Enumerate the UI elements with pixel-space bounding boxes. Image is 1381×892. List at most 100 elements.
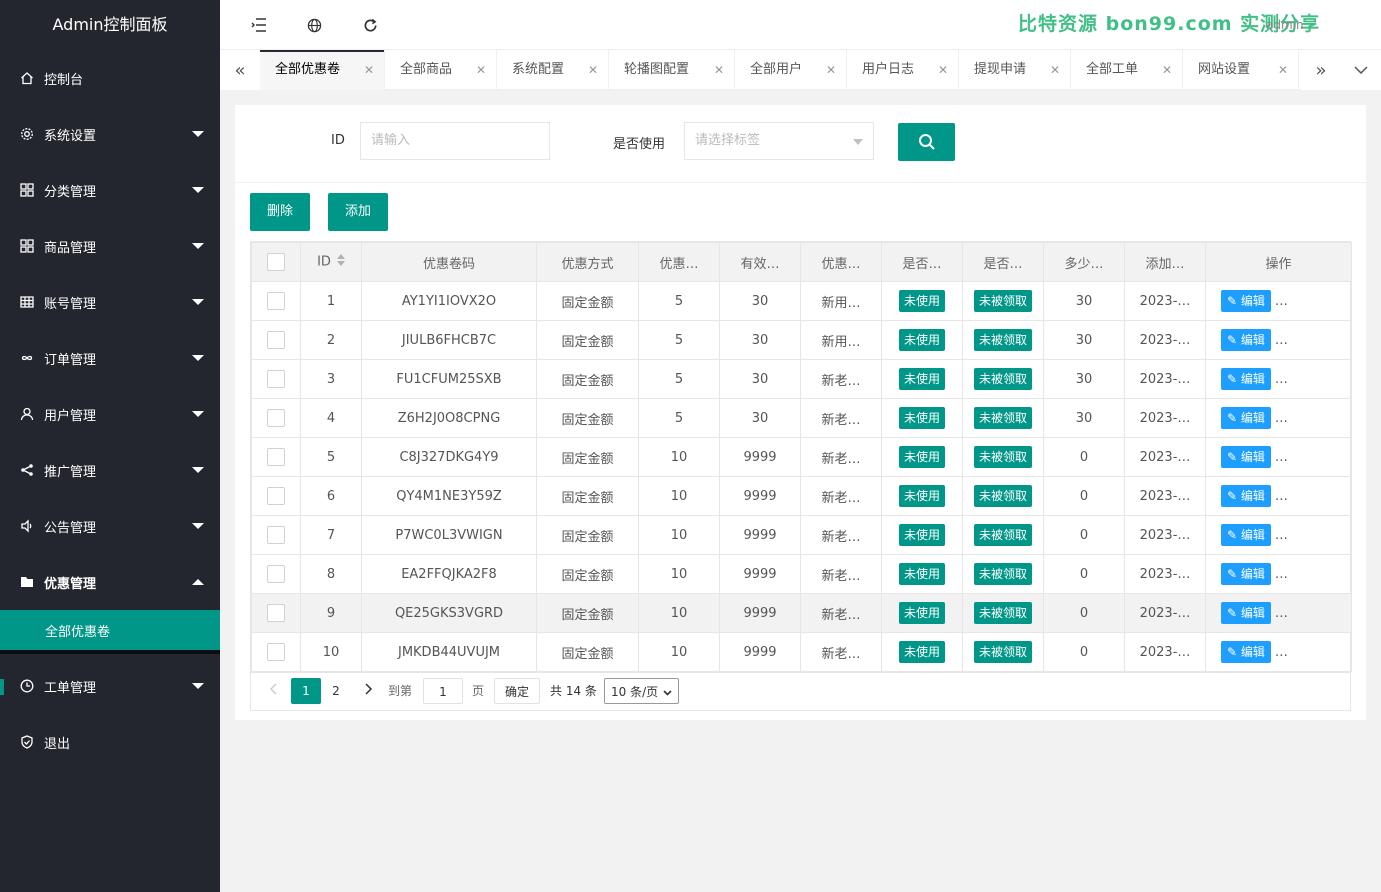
tab[interactable]: 网站设置 ✕ xyxy=(1183,50,1299,90)
next-page-icon[interactable] xyxy=(361,678,377,704)
row-select-cell[interactable] xyxy=(251,437,301,477)
edit-button[interactable]: ✎ 编辑 xyxy=(1221,368,1271,390)
tab[interactable]: 全部商品 ✕ xyxy=(385,50,497,90)
row-select-cell[interactable] xyxy=(251,554,301,594)
tabs-menu-chevron-down-icon[interactable] xyxy=(1341,50,1381,90)
cell-id: 10 xyxy=(300,632,362,672)
table-row[interactable]: 9 QE25GKS3VGRD 固定金额 10 9999 新老… 未使用 未被领取 0 2023-…… xyxy=(251,593,1352,633)
goto-page-input[interactable]: 1 xyxy=(423,678,463,704)
table-row[interactable]: 8 EA2FFQJKA2F8 固定金额 10 9999 新老… 未使用 未被领取 0 2023-…… xyxy=(251,554,1352,594)
sidebar-item[interactable]: 订单管理 xyxy=(0,330,220,386)
tab[interactable]: 全部用户 ✕ xyxy=(735,50,847,90)
sidebar-item[interactable]: 用户管理 xyxy=(0,386,220,442)
table-row[interactable]: 6 QY4M1NE3Y59Z 固定金额 10 9999 新老… 未使用 未被领取 0 2023-…… xyxy=(251,476,1352,516)
menu-toggle-icon[interactable] xyxy=(250,16,268,34)
close-icon[interactable]: ✕ xyxy=(938,50,948,90)
row-select-cell[interactable] xyxy=(251,593,301,633)
row-checkbox[interactable] xyxy=(267,370,285,388)
edit-button[interactable]: ✎ 编辑 xyxy=(1221,446,1271,468)
edit-button[interactable]: ✎ 编辑 xyxy=(1221,407,1271,429)
edit-button[interactable]: ✎ 编辑 xyxy=(1221,485,1271,507)
row-select-cell[interactable] xyxy=(251,398,301,438)
search-button[interactable] xyxy=(898,123,955,161)
row-checkbox[interactable] xyxy=(267,331,285,349)
sidebar-item[interactable]: 公告管理 xyxy=(0,498,220,554)
close-icon[interactable]: ✕ xyxy=(476,50,486,90)
tabs-scroll-right-icon[interactable]: » xyxy=(1301,50,1341,90)
delete-button[interactable]: 删除 xyxy=(250,193,311,231)
close-icon[interactable]: ✕ xyxy=(714,50,724,90)
id-input[interactable]: 请输入 xyxy=(360,122,550,160)
close-icon[interactable]: ✕ xyxy=(364,50,374,90)
select-all-checkbox[interactable] xyxy=(267,253,285,271)
col-header[interactable]: ID xyxy=(300,242,362,282)
close-icon[interactable]: ✕ xyxy=(1162,50,1172,90)
row-checkbox[interactable] xyxy=(267,487,285,505)
row-checkbox[interactable] xyxy=(267,292,285,310)
tab[interactable]: 全部工单 ✕ xyxy=(1071,50,1183,90)
row-select-cell[interactable] xyxy=(251,476,301,516)
sidebar-item[interactable]: 推广管理 xyxy=(0,442,220,498)
close-icon[interactable]: ✕ xyxy=(1278,50,1288,90)
close-icon[interactable]: ✕ xyxy=(826,50,836,90)
close-icon[interactable]: ✕ xyxy=(1050,50,1060,90)
table-row[interactable]: 7 P7WC0L3VWIGN 固定金额 10 9999 新老… 未使用 未被领取 0 2023-…… xyxy=(251,515,1352,555)
use-select[interactable]: 请选择标签 xyxy=(684,122,874,160)
admin-user-menu[interactable]: admin xyxy=(1266,18,1304,32)
row-checkbox[interactable] xyxy=(267,526,285,544)
row-select-cell[interactable] xyxy=(251,515,301,555)
row-select-cell[interactable] xyxy=(251,320,301,360)
globe-icon[interactable] xyxy=(305,16,323,34)
sidebar-item-label: 推广管理 xyxy=(44,464,97,480)
edit-button[interactable]: ✎ 编辑 xyxy=(1221,290,1271,312)
row-checkbox[interactable] xyxy=(267,448,285,466)
per-page-select[interactable]: 10 条/页 xyxy=(604,678,679,704)
sidebar-item[interactable]: 商品管理 xyxy=(0,218,220,274)
tab[interactable]: 用户日志 ✕ xyxy=(847,50,959,90)
tab[interactable]: 提现申请 ✕ xyxy=(959,50,1071,90)
add-button[interactable]: 添加 xyxy=(328,193,389,231)
close-icon[interactable]: ✕ xyxy=(588,50,598,90)
sidebar-item[interactable]: 控制台 xyxy=(0,50,220,106)
table-row[interactable]: 3 FU1CFUM25SXB 固定金额 5 30 新老… 未使用 未被领取 30 2023-… ✎ … xyxy=(251,359,1352,399)
tabs-scroll-left-icon[interactable]: « xyxy=(220,50,260,90)
tab[interactable]: 全部优惠卷 ✕ xyxy=(260,50,385,90)
select-all-cell[interactable] xyxy=(251,242,301,282)
cell-actions: ✎ 编辑… xyxy=(1205,437,1352,477)
table-row[interactable]: 5 C8J327DKG4Y9 固定金额 10 9999 新老… 未使用 未被领取 0 2023-…… xyxy=(251,437,1352,477)
row-checkbox[interactable] xyxy=(267,565,285,583)
prev-page-icon[interactable] xyxy=(265,678,281,704)
tab[interactable]: 轮播图配置 ✕ xyxy=(609,50,735,90)
sidebar-item[interactable]: 工单管理 xyxy=(0,658,220,714)
confirm-page-button[interactable]: 确定 xyxy=(494,678,540,704)
table-row[interactable]: 4 Z6H2J0O8CPNG 固定金额 5 30 新老… 未使用 未被领取 30 2023-… ✎ … xyxy=(251,398,1352,438)
sidebar-subitem-all-coupons[interactable]: 全部优惠卷 xyxy=(0,610,220,654)
page-2[interactable]: 2 xyxy=(326,678,346,704)
table-row[interactable]: 2 JIULB6FHCB7C 固定金额 5 30 新用… 未使用 未被领取 30 2023-… ✎ … xyxy=(251,320,1352,360)
sidebar-item[interactable]: 账号管理 xyxy=(0,274,220,330)
edit-button[interactable]: ✎ 编辑 xyxy=(1221,602,1271,624)
per-page-value: 10 条/页 xyxy=(611,685,659,699)
edit-button[interactable]: ✎ 编辑 xyxy=(1221,563,1271,585)
used-status-badge: 未使用 xyxy=(898,407,945,429)
table-row[interactable]: 1 AY1YI1IOVX2O 固定金额 5 30 新用… 未使用 未被领取 30 2023-… ✎ … xyxy=(251,281,1352,321)
sidebar-item[interactable]: 优惠管理 xyxy=(0,554,220,610)
row-checkbox[interactable] xyxy=(267,643,285,661)
sidebar-item[interactable]: 系统设置 xyxy=(0,106,220,162)
sidebar-item[interactable]: 分类管理 xyxy=(0,162,220,218)
row-checkbox[interactable] xyxy=(267,409,285,427)
cell-mode: 固定金额 xyxy=(536,281,639,321)
sort-icon[interactable] xyxy=(336,254,345,270)
tab[interactable]: 系统配置 ✕ xyxy=(497,50,609,90)
row-select-cell[interactable] xyxy=(251,359,301,399)
edit-button[interactable]: ✎ 编辑 xyxy=(1221,329,1271,351)
edit-button[interactable]: ✎ 编辑 xyxy=(1221,524,1271,546)
edit-button[interactable]: ✎ 编辑 xyxy=(1221,641,1271,663)
row-checkbox[interactable] xyxy=(267,604,285,622)
row-select-cell[interactable] xyxy=(251,281,301,321)
refresh-icon[interactable] xyxy=(361,16,379,34)
page-1[interactable]: 1 xyxy=(291,678,321,704)
row-select-cell[interactable] xyxy=(251,632,301,672)
sidebar-item[interactable]: 退出 xyxy=(0,714,220,770)
table-row[interactable]: 10 JMKDB44UVUJM 固定金额 10 9999 新老… 未使用 未被领取 0 2023-… xyxy=(251,632,1352,672)
